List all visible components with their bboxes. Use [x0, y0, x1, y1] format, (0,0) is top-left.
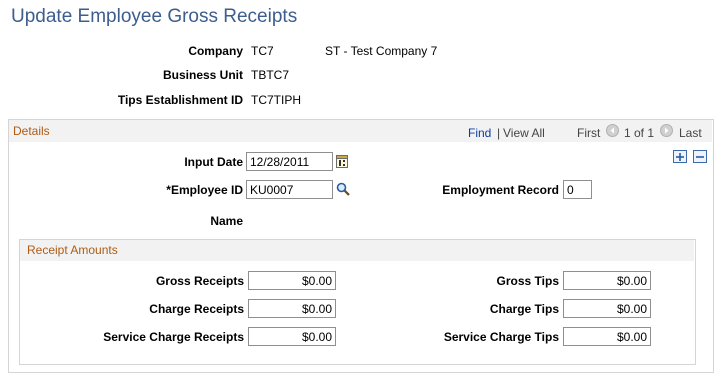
calendar-icon[interactable] [336, 154, 348, 171]
input-date-field[interactable] [246, 152, 333, 171]
plus-icon[interactable] [673, 150, 687, 163]
gross-tips-label: Gross Tips [496, 274, 559, 288]
service-charge-receipts-label: Service Charge Receipts [103, 330, 244, 344]
company-code: TC7 [251, 44, 274, 58]
gross-tips-field[interactable] [563, 271, 651, 290]
nav-separator: | [497, 126, 501, 140]
view-all-link[interactable]: View All [503, 126, 545, 140]
employee-id-field[interactable] [246, 180, 333, 199]
company-name: ST - Test Company 7 [325, 44, 438, 58]
gross-receipts-label: Gross Receipts [155, 274, 244, 288]
left-arrow-icon[interactable] [606, 124, 619, 137]
details-title: Details [13, 124, 50, 138]
receipt-amounts-title: Receipt Amounts [27, 243, 118, 257]
right-arrow-icon[interactable] [660, 124, 673, 137]
input-date-label: Input Date [184, 155, 243, 169]
last-label: Last [679, 126, 702, 140]
name-label: Name [210, 214, 243, 228]
charge-tips-label: Charge Tips [489, 302, 559, 316]
company-label: Company [188, 44, 243, 58]
row-range: 1 of 1 [624, 126, 655, 140]
first-label: First [577, 126, 601, 140]
employment-record-field[interactable] [563, 180, 592, 199]
tips-establishment-value: TC7TIPH [251, 93, 302, 107]
magnifier-icon[interactable] [336, 182, 350, 199]
service-charge-receipts-field[interactable] [248, 327, 336, 346]
charge-receipts-field[interactable] [248, 299, 336, 318]
minus-icon[interactable] [693, 150, 707, 163]
receipt-amounts-header-bar [20, 240, 694, 261]
employment-record-label: Employment Record [442, 183, 559, 197]
service-charge-tips-label: Service Charge Tips [443, 330, 559, 344]
business-unit-value: TBTC7 [251, 68, 290, 82]
charge-receipts-label: Charge Receipts [149, 302, 244, 316]
charge-tips-field[interactable] [563, 299, 651, 318]
employee-id-label: *Employee ID [166, 183, 243, 197]
page-title: Update Employee Gross Receipts [11, 6, 298, 27]
tips-establishment-label: Tips Establishment ID [117, 93, 243, 107]
gross-receipts-field[interactable] [248, 271, 336, 290]
find-link[interactable]: Find [468, 126, 491, 140]
business-unit-label: Business Unit [162, 68, 243, 82]
service-charge-tips-field[interactable] [563, 327, 651, 346]
